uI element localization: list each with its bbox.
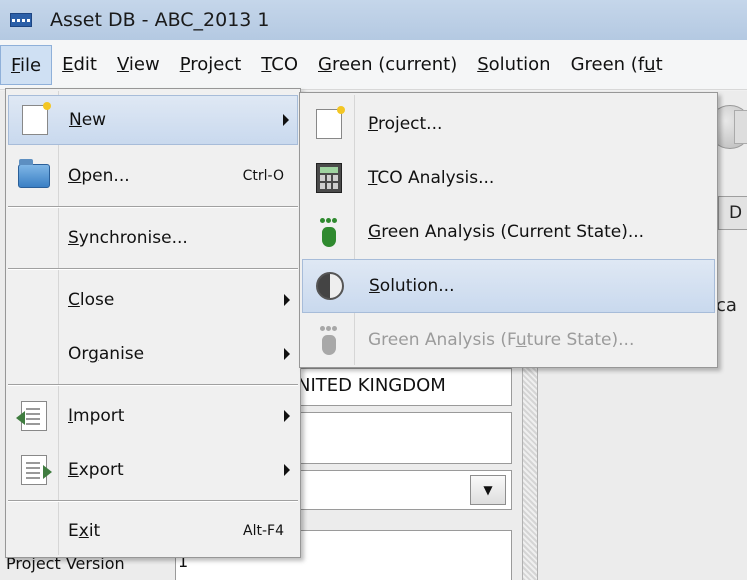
window-title: Asset DB - ABC_2013 1 bbox=[50, 9, 270, 31]
submenu-item-project[interactable]: Project... bbox=[302, 97, 715, 151]
tab-d[interactable]: D bbox=[718, 196, 747, 230]
solution-icon bbox=[316, 272, 344, 300]
menu-tco[interactable]: TCO bbox=[251, 45, 308, 85]
new-document-icon bbox=[22, 102, 51, 135]
submenu-item-green-current[interactable]: Green Analysis (Current State)... bbox=[302, 205, 715, 259]
menu-edit[interactable]: Edit bbox=[52, 45, 107, 85]
submenu-arrow-icon bbox=[283, 114, 289, 126]
footprint-grey-icon bbox=[318, 325, 340, 355]
submenu-item-solution[interactable]: Solution... bbox=[302, 259, 715, 313]
toolbar-button[interactable] bbox=[734, 110, 747, 144]
new-submenu: Project... TCO Analysis... Green Analysi… bbox=[299, 92, 718, 368]
submenu-arrow-icon bbox=[284, 294, 290, 306]
chevron-down-icon: ▼ bbox=[483, 483, 493, 497]
menu-item-organise[interactable]: Organise bbox=[8, 329, 298, 379]
partial-label: ca bbox=[716, 295, 737, 316]
menu-item-import[interactable]: Import bbox=[8, 391, 298, 441]
menu-item-synchronise[interactable]: Synchronise... bbox=[8, 213, 298, 263]
title-bar: Asset DB - ABC_2013 1 bbox=[0, 0, 747, 40]
submenu-item-green-future: Green Analysis (Future State)... bbox=[302, 313, 715, 367]
menu-green-current[interactable]: Green (current) bbox=[308, 45, 467, 85]
footprint-green-icon bbox=[318, 217, 340, 247]
menu-view[interactable]: View bbox=[107, 45, 170, 85]
app-grid-icon bbox=[10, 13, 32, 27]
menu-separator bbox=[8, 500, 298, 502]
menu-project[interactable]: Project bbox=[170, 45, 252, 85]
menu-solution[interactable]: Solution bbox=[467, 45, 560, 85]
folder-open-icon bbox=[18, 159, 50, 188]
menu-item-new[interactable]: New bbox=[8, 95, 298, 145]
dropdown-button[interactable]: ▼ bbox=[470, 475, 506, 505]
country-field[interactable]: NITED KINGDOM bbox=[290, 368, 512, 406]
menu-green-future[interactable]: Green (fut bbox=[561, 45, 673, 85]
menu-separator bbox=[8, 384, 298, 386]
splitter-handle[interactable] bbox=[522, 368, 538, 580]
submenu-arrow-icon bbox=[284, 410, 290, 422]
shortcut-label: Alt-F4 bbox=[243, 523, 284, 539]
shortcut-label: Ctrl-O bbox=[242, 168, 284, 184]
menu-item-exit[interactable]: Exit Alt-F4 bbox=[8, 507, 298, 555]
calculator-icon bbox=[316, 163, 342, 193]
menu-item-open[interactable]: Open... Ctrl-O bbox=[8, 151, 298, 201]
export-icon bbox=[21, 455, 52, 485]
submenu-arrow-icon bbox=[284, 464, 290, 476]
import-icon bbox=[16, 401, 47, 431]
menu-separator bbox=[8, 268, 298, 270]
menu-bar: File Edit View Project TCO Green (curren… bbox=[0, 40, 747, 90]
menu-item-export[interactable]: Export bbox=[8, 445, 298, 495]
country-value: NITED KINGDOM bbox=[297, 375, 446, 396]
submenu-arrow-icon bbox=[284, 348, 290, 360]
menu-file[interactable]: File bbox=[0, 44, 53, 85]
file-menu-dropdown: New Open... Ctrl-O Synchronise... Close … bbox=[5, 88, 301, 558]
tab-d-label: D bbox=[729, 203, 743, 223]
menu-separator bbox=[8, 206, 298, 208]
new-document-icon bbox=[316, 106, 345, 139]
submenu-item-tco-analysis[interactable]: TCO Analysis... bbox=[302, 151, 715, 205]
text-field[interactable] bbox=[290, 412, 512, 464]
menu-item-close[interactable]: Close bbox=[8, 275, 298, 325]
